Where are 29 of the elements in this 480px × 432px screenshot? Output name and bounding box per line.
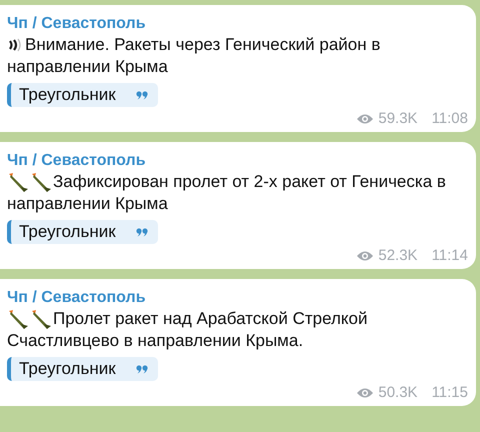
message-text: Внимание. Ракеты через Генический район в xyxy=(25,34,380,56)
message-time: 11:08 xyxy=(432,110,468,128)
quote-icon xyxy=(136,228,148,236)
quote-icon xyxy=(136,364,148,374)
view-count: 50.3K xyxy=(378,384,418,402)
rocket-icon xyxy=(30,308,52,330)
quote-tag[interactable]: Треугольник xyxy=(7,220,158,244)
view-count: 59.3K xyxy=(378,110,418,128)
eye-icon xyxy=(356,387,374,399)
rocket-icon xyxy=(7,171,29,193)
eye-icon xyxy=(356,113,374,125)
view-count: 52.3K xyxy=(378,247,418,265)
message-text: Счастливцево в направлении Крыма. xyxy=(7,330,304,352)
quote-icon xyxy=(136,90,148,100)
rocket-icon xyxy=(7,308,29,330)
message-time: 11:15 xyxy=(432,384,468,402)
message-time: 11:14 xyxy=(432,247,468,265)
message-text: направлении Крыма xyxy=(7,56,168,78)
quote-tag[interactable]: Треугольник xyxy=(7,357,158,381)
message-text: Пролет ракет над Арабатской Стрелкой xyxy=(53,308,368,330)
channel-name[interactable]: Чп / Севастополь xyxy=(7,14,468,34)
message-text: Зафиксирован пролет от 2-х ракет от Геническа в xyxy=(53,171,446,193)
message-text: направлении Крыма xyxy=(7,193,168,215)
channel-name[interactable]: Чп / Севастополь xyxy=(7,288,468,308)
quote-tag[interactable]: Треугольник xyxy=(7,83,158,107)
eye-icon xyxy=(356,250,374,262)
channel-name[interactable]: Чп / Севастополь xyxy=(7,151,468,171)
rocket-icon xyxy=(30,171,52,193)
sound-icon xyxy=(7,38,21,52)
